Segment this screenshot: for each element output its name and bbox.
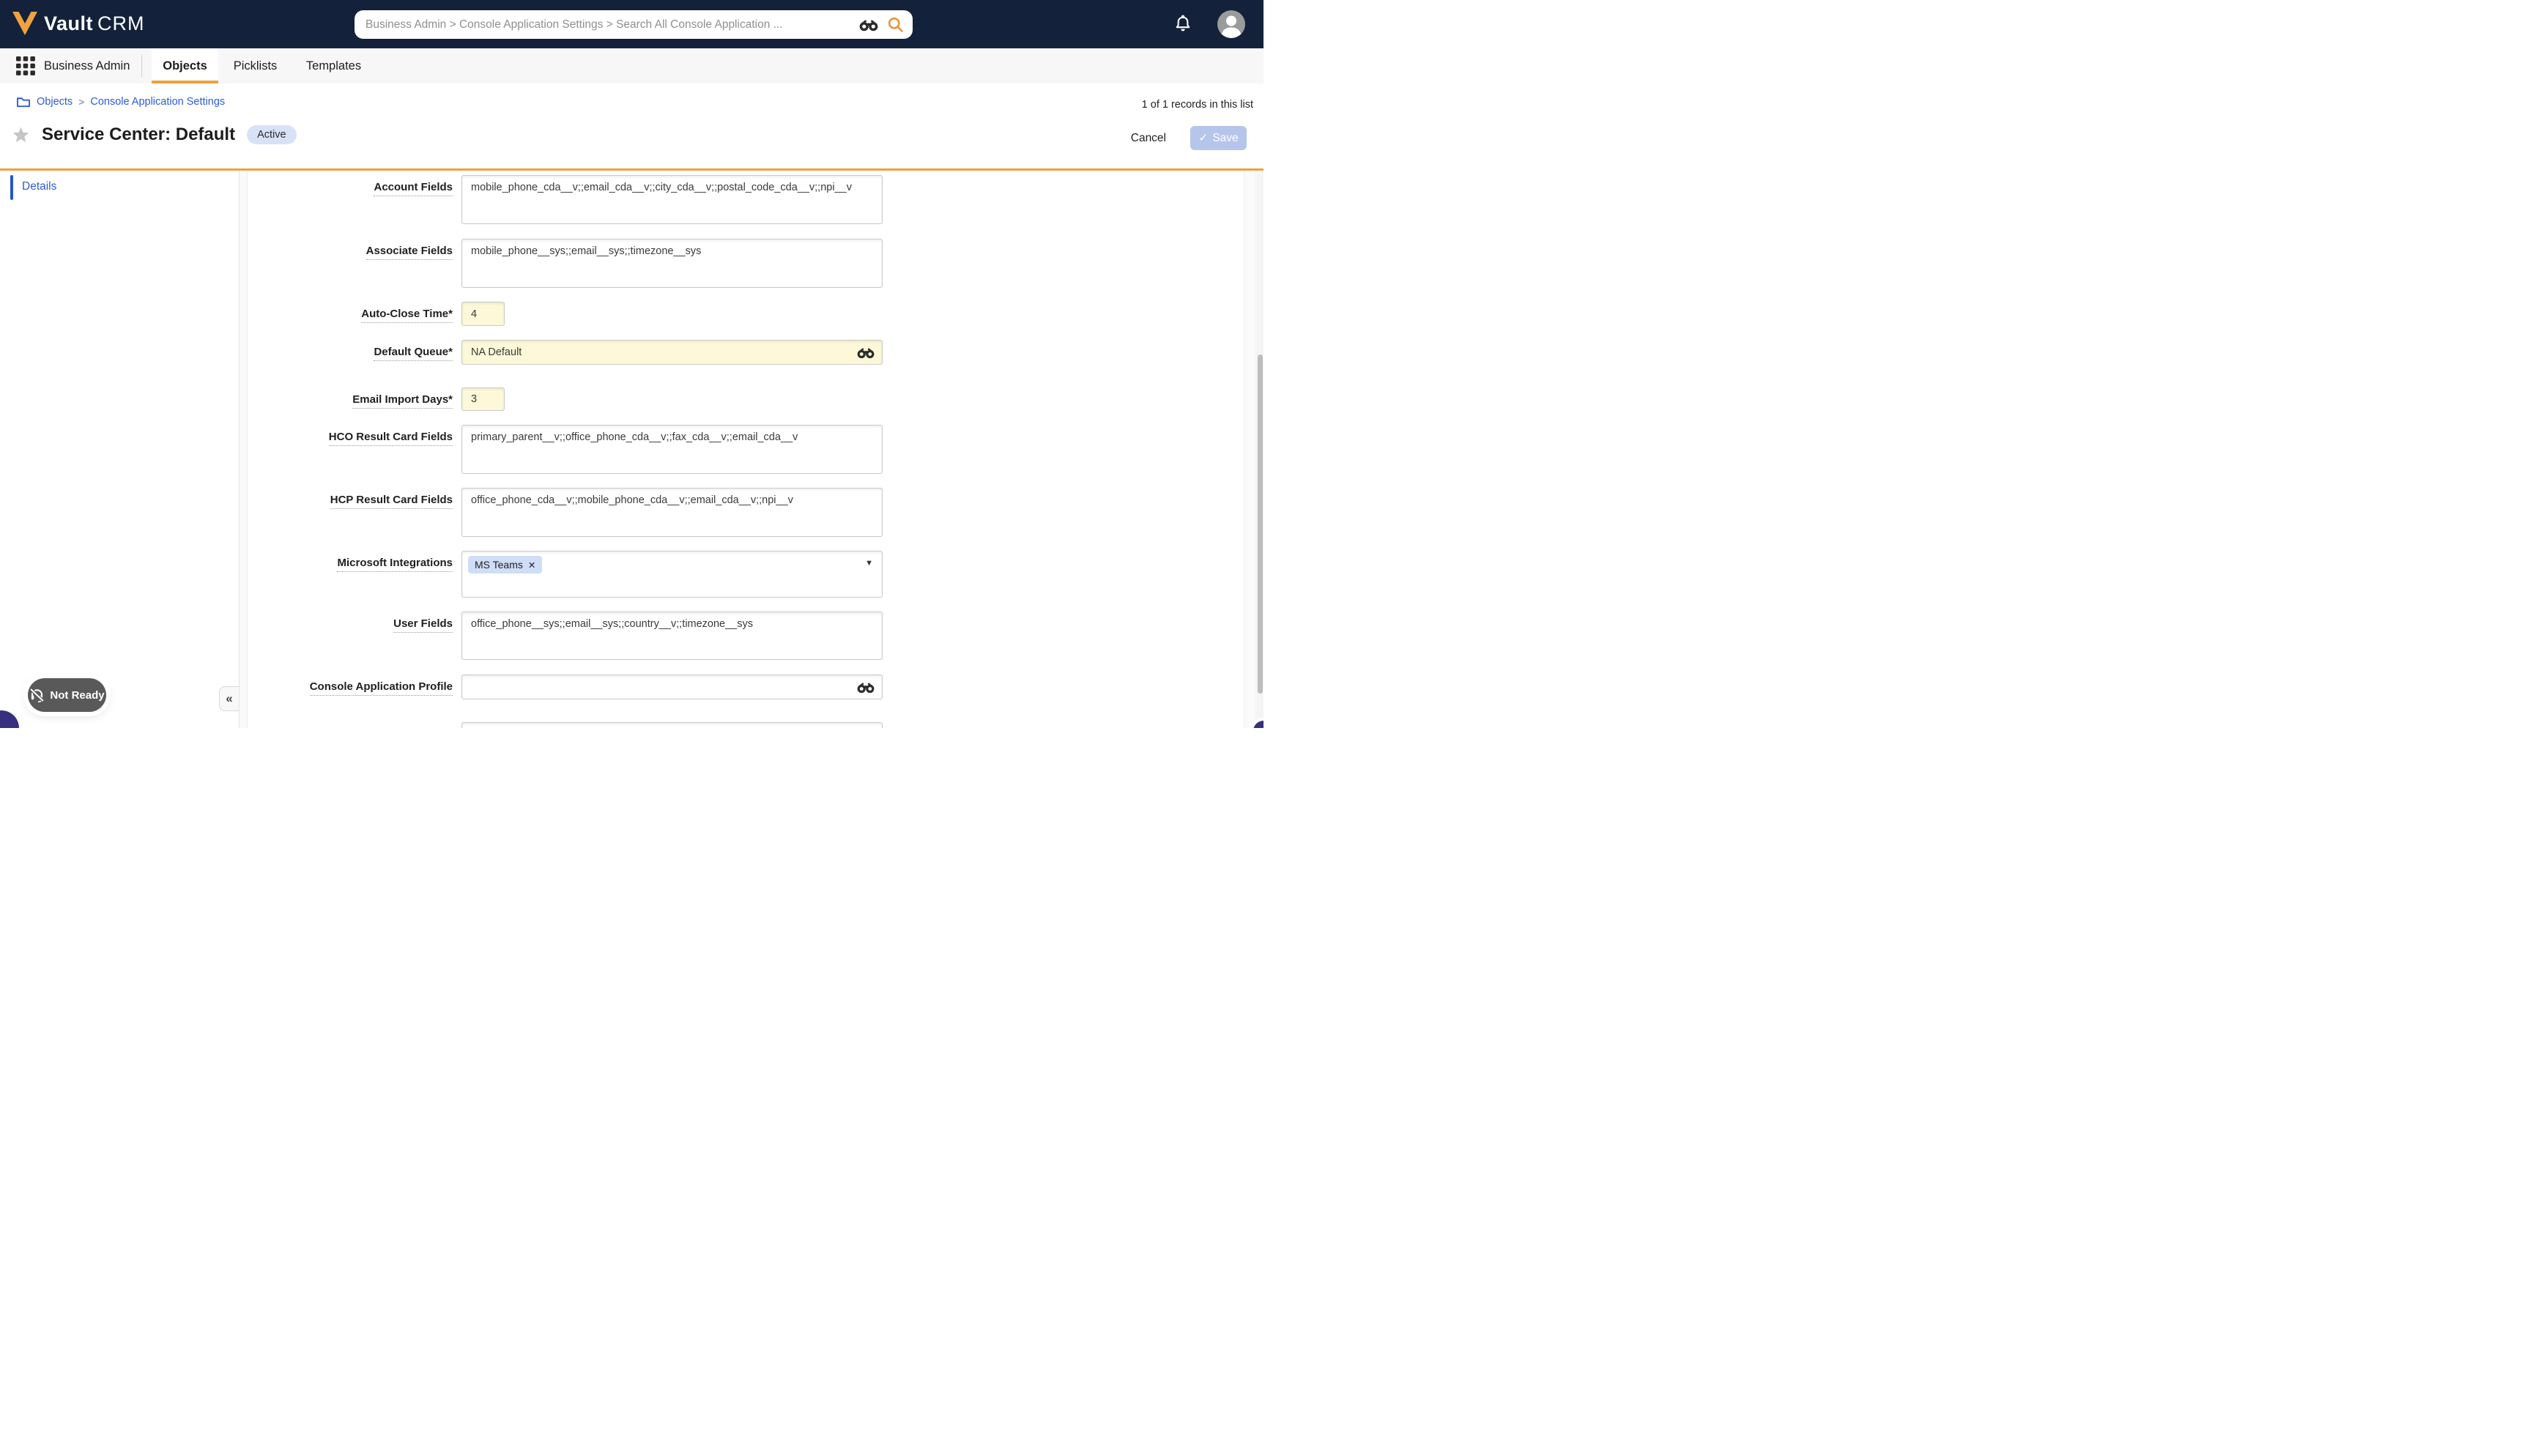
page-title: Service Center: Default — [42, 125, 236, 144]
nav-divider — [141, 55, 142, 77]
record-title-row: Service Center: Default Active — [12, 125, 297, 145]
field-label-default-queue: Default Queue* — [374, 345, 453, 361]
field-label-auto-close-time: Auto-Close Time* — [361, 307, 453, 323]
brand-name: Vault CRM — [44, 12, 145, 35]
field-label-user-fields: User Fields — [393, 617, 453, 633]
field-label-associate-fields: Associate Fields — [365, 244, 453, 260]
chip-ms-teams[interactable]: MS Teams ✕ — [468, 556, 543, 573]
collapse-chevrons-icon: « — [226, 691, 233, 705]
nav-bar: Business Admin Objects Picklists Templat… — [0, 48, 1264, 84]
sidebar-item-label: Details — [22, 180, 57, 193]
chip-label: MS Teams — [475, 559, 523, 571]
vault-v-icon — [12, 11, 38, 36]
field-input-email-import-days[interactable]: 3 — [461, 387, 505, 411]
field-label-hcp-result-card-fields: HCP Result Card Fields — [330, 493, 453, 509]
field-label-hco-result-card-fields: HCO Result Card Fields — [328, 430, 453, 446]
record-header-band: Objects > Console Application Settings 1… — [0, 83, 1264, 168]
top-bar: Vault CRM Business Admin > Console Applic… — [0, 0, 1264, 48]
search-icon[interactable] — [887, 16, 904, 33]
field-input-associate-fields[interactable]: mobile_phone__sys;;email__sys;;timezone_… — [461, 239, 883, 288]
tab-templates[interactable]: Templates — [305, 48, 362, 83]
availability-status-button[interactable]: Not Ready — [28, 678, 106, 712]
details-form-panel: Account Fields mobile_phone_cda__v;;email… — [247, 171, 1244, 728]
binoculars-lookup-icon[interactable] — [857, 681, 875, 694]
field-input-hco-result-card-fields[interactable]: primary_parent__v;;office_phone_cda__v;;… — [461, 425, 883, 474]
breadcrumb: Objects > Console Application Settings — [16, 95, 225, 108]
vault-crm-logo[interactable]: Vault CRM — [12, 11, 145, 36]
field-input-default-queue[interactable]: NA Default — [461, 340, 883, 365]
binoculars-lookup-icon[interactable] — [857, 346, 875, 359]
field-value-email-import-days: 3 — [471, 393, 478, 405]
field-label-email-import-days: Email Import Days* — [352, 393, 453, 409]
field-value-default-queue: NA Default — [471, 346, 522, 358]
search-placeholder: Business Admin > Console Application Set… — [365, 18, 783, 31]
field-value-hcp-result-card-fields: office_phone_cda__v;;mobile_phone_cda__v… — [471, 494, 793, 506]
save-button-label: Save — [1212, 131, 1239, 144]
brand-name-light: CRM — [97, 12, 145, 34]
field-label-account-fields: Account Fields — [374, 180, 453, 196]
notifications-bell-icon[interactable] — [1173, 14, 1193, 38]
vault-crm-app: Vault CRM Business Admin > Console Applic… — [0, 0, 1264, 728]
binoculars-icon[interactable] — [859, 18, 878, 31]
folder-icon — [16, 95, 31, 108]
field-value-auto-close-time: 4 — [471, 308, 478, 320]
save-button[interactable]: ✓ Save — [1190, 126, 1247, 150]
field-value-hco-result-card-fields: primary_parent__v;;office_phone_cda__v;;… — [471, 431, 798, 443]
record-count: 1 of 1 records in this list — [1141, 99, 1253, 111]
chip-remove-icon[interactable]: ✕ — [528, 560, 535, 571]
availability-status-label: Not Ready — [50, 688, 105, 702]
global-search-input[interactable]: Business Admin > Console Application Set… — [355, 10, 913, 39]
favorite-star-icon[interactable] — [12, 126, 30, 144]
partial-next-field-box[interactable] — [461, 722, 883, 728]
field-input-account-fields[interactable]: mobile_phone_cda__v;;email_cda__v;;city_… — [461, 175, 883, 224]
field-input-console-application-profile[interactable] — [461, 675, 883, 699]
dropdown-caret-icon[interactable]: ▼ — [865, 559, 873, 568]
field-input-microsoft-integrations[interactable]: MS Teams ✕ ▼ — [461, 551, 883, 598]
active-indicator — [10, 175, 13, 200]
field-input-auto-close-time[interactable]: 4 — [461, 302, 505, 326]
app-grid-icon[interactable] — [16, 56, 35, 79]
tab-picklists[interactable]: Picklists — [233, 48, 278, 83]
field-label-microsoft-integrations: Microsoft Integrations — [337, 556, 453, 572]
app-menu-business-admin[interactable]: Business Admin — [44, 48, 130, 83]
breadcrumb-separator: > — [78, 95, 85, 108]
sidebar-collapse-button[interactable]: « — [219, 686, 239, 711]
status-badge: Active — [247, 125, 297, 144]
brand-name-bold: Vault — [44, 12, 94, 34]
user-avatar[interactable] — [1217, 10, 1245, 38]
field-label-console-application-profile: Console Application Profile — [309, 680, 453, 696]
sidebar-item-details[interactable]: Details — [0, 175, 239, 204]
cancel-button[interactable]: Cancel — [1131, 132, 1166, 145]
breadcrumb-link-objects[interactable]: Objects — [37, 96, 73, 108]
field-input-hcp-result-card-fields[interactable]: office_phone_cda__v;;mobile_phone_cda__v… — [461, 488, 883, 537]
record-sidebar: Details — [0, 171, 240, 728]
check-icon: ✓ — [1198, 132, 1209, 144]
scrollbar-thumb[interactable] — [1258, 354, 1263, 694]
field-value-associate-fields: mobile_phone__sys;;email__sys;;timezone_… — [471, 245, 702, 257]
field-value-account-fields: mobile_phone_cda__v;;email_cda__v;;city_… — [471, 182, 852, 193]
headset-slash-icon — [29, 688, 45, 702]
breadcrumb-link-console-application-settings[interactable]: Console Application Settings — [90, 96, 225, 108]
tab-objects[interactable]: Objects — [152, 48, 218, 83]
field-value-user-fields: office_phone__sys;;email__sys;;country__… — [471, 618, 754, 630]
field-input-user-fields[interactable]: office_phone__sys;;email__sys;;country__… — [461, 612, 883, 660]
